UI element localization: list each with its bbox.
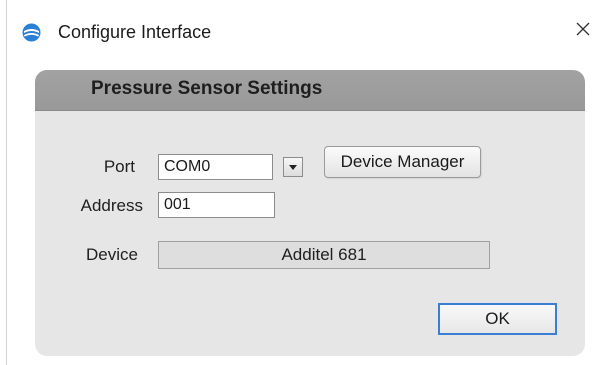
window-title: Configure Interface — [58, 22, 212, 42]
port-select[interactable]: COM0 — [158, 154, 273, 180]
port-dropdown-button[interactable] — [283, 157, 303, 177]
configure-interface-window: Configure Interface Pressure Sensor Sett… — [6, 0, 600, 365]
panel-header: Pressure Sensor Settings — [35, 70, 585, 111]
port-label: Port — [103, 157, 135, 176]
close-icon — [575, 21, 591, 42]
ok-button[interactable]: OK — [438, 303, 557, 335]
app-logo-icon — [22, 23, 41, 42]
panel-title: Pressure Sensor Settings — [91, 78, 323, 99]
address-label: Address — [80, 196, 143, 215]
device-label: Device — [86, 245, 138, 264]
title-bar[interactable]: Configure Interface — [7, 0, 600, 64]
chevron-down-icon — [288, 158, 298, 176]
pressure-sensor-settings-panel: Pressure Sensor Settings Port COM0 Devic… — [35, 70, 585, 356]
address-field[interactable]: 001 — [158, 192, 275, 218]
close-button[interactable] — [565, 10, 600, 52]
device-manager-button[interactable]: Device Manager — [324, 146, 481, 178]
device-field: Additel 681 — [158, 241, 490, 269]
